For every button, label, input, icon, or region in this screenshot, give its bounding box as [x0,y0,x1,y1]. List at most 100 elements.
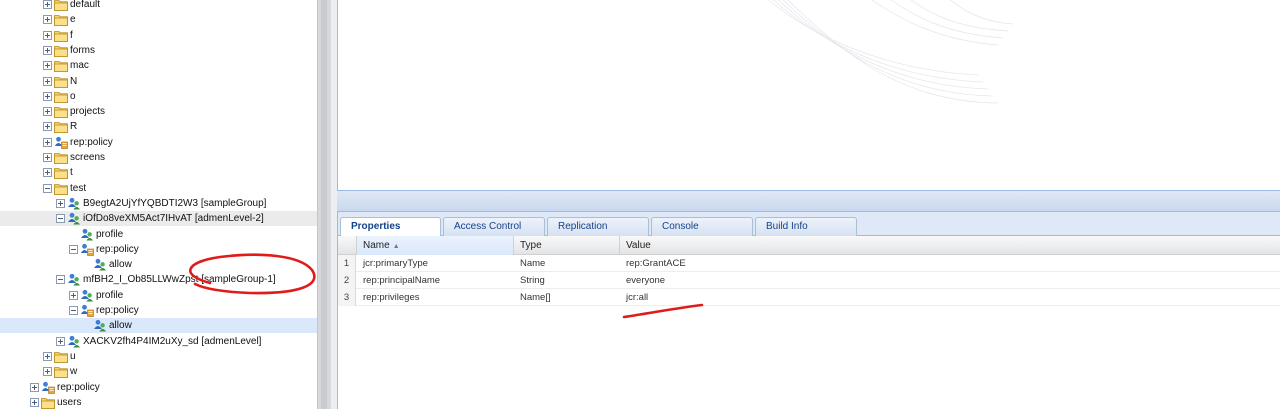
tree-node-f[interactable]: f [0,28,317,43]
expand-toggle-icon[interactable] [43,15,52,25]
horizontal-splitter[interactable] [337,190,1280,212]
group-icon [80,289,94,302]
expand-toggle-icon[interactable] [43,122,52,132]
tree-node-label: rep:policy [70,136,113,148]
expand-toggle-icon[interactable] [43,367,52,377]
property-type-cell[interactable]: Name[] [514,289,620,306]
expand-toggle-icon[interactable] [69,290,78,300]
property-value-cell[interactable]: jcr:all [620,289,1020,306]
expand-toggle-icon[interactable] [43,351,52,361]
tab-properties[interactable]: Properties [340,217,441,237]
tab-build-info[interactable]: Build Info [755,217,857,236]
grid-header-rownum [338,236,357,255]
tree-node-rep-policy-2[interactable]: rep:policy [0,242,317,257]
property-type-cell[interactable]: Name [514,255,620,272]
expand-toggle-icon[interactable] [30,382,39,392]
collapse-toggle-icon[interactable] [69,244,78,254]
tab-console[interactable]: Console [651,217,753,236]
group-icon [80,228,94,241]
property-type-cell[interactable]: String [514,272,620,289]
tree-node-N[interactable]: N [0,74,317,89]
tree-node-b9eg[interactable]: B9egtA2UjYfYQBDTI2W3 [sampleGroup] [0,196,317,211]
expand-toggle-icon[interactable] [43,137,52,147]
tree-node-iofdo[interactable]: iOfDo8veXM5Act7IHvAT [admenLevel-2] [0,211,317,227]
expand-toggle-icon[interactable] [43,61,52,71]
grid-row[interactable]: 2 rep:principalName String everyone [338,272,1280,289]
tree-node-w[interactable]: w [0,364,317,379]
collapse-toggle-icon[interactable] [69,306,78,315]
folder-icon [54,44,68,57]
tree-node-test[interactable]: test [0,181,317,196]
properties-grid: Name ▲ Type Value 1 jcr:primaryType Name rep… [337,236,1280,409]
background-swirl-graphic [768,0,1014,104]
expand-toggle-icon[interactable] [43,107,52,117]
tree-node-label: w [70,366,78,378]
tree-node-forms[interactable]: forms [0,43,317,58]
splitter-handle[interactable] [321,0,327,409]
tree-node-mac[interactable]: mac [0,58,317,73]
tree-node-label: profile [96,228,124,240]
vertical-splitter[interactable] [317,0,331,409]
tree-node-label: B9egtA2UjYfYQBDTI2W3 [sampleGroup] [83,197,267,209]
tree-node-screens[interactable]: screens [0,150,317,165]
column-header-type[interactable]: Type [514,236,620,255]
tree-node-users[interactable]: users [0,395,317,409]
collapse-toggle-icon[interactable] [43,183,52,193]
tab-replication[interactable]: Replication [547,217,649,236]
tree-node-label: allow [109,320,132,332]
collapse-toggle-icon[interactable] [56,275,65,285]
collapse-toggle-icon[interactable] [56,214,65,224]
property-name-cell[interactable]: rep:principalName [357,272,514,289]
tree-node-label: mac [70,60,89,72]
tree-node-projects[interactable]: projects [0,104,317,119]
tree-node-label: users [57,396,82,408]
tree-node-rep-policy-3[interactable]: rep:policy [0,303,317,318]
tree-node-allow-2[interactable]: allow [0,318,317,334]
grid-row[interactable]: 3 rep:privileges Name[] jcr:all [338,289,1280,306]
expand-toggle-icon[interactable] [43,45,52,55]
tree-node-o[interactable]: o [0,89,317,104]
tree-node-profile-2[interactable]: profile [0,288,317,303]
policy-icon [80,304,94,317]
row-number: 3 [338,289,356,306]
tree-node-e[interactable]: e [0,12,317,27]
expand-toggle-icon[interactable] [43,0,52,9]
folder-icon [41,396,55,409]
tab-access-control[interactable]: Access Control [443,217,545,236]
tree-node-default[interactable]: default [0,0,317,12]
expand-toggle-icon[interactable] [56,336,65,346]
expand-toggle-icon[interactable] [43,76,52,86]
tree-node-rep-policy-1[interactable]: rep:policy [0,135,317,150]
tree-node-u[interactable]: u [0,349,317,364]
folder-icon [54,120,68,133]
group-icon [67,335,81,348]
expand-toggle-icon[interactable] [56,198,65,208]
expand-toggle-icon[interactable] [43,30,52,40]
tree-node-label: e [70,14,76,26]
property-name-cell[interactable]: jcr:primaryType [357,255,514,272]
column-header-name[interactable]: Name ▲ [357,236,514,255]
expand-toggle-icon[interactable] [43,91,52,101]
tree-node-profile-1[interactable]: profile [0,227,317,242]
tree-node-mfbh2[interactable]: mfBH2_I_Ob85LLWwZpst [sampleGroup-1] [0,272,317,287]
tree-node-xackv[interactable]: XACKV2fh4P4IM2uXy_sd [admenLevel] [0,334,317,349]
group-icon [93,319,107,332]
expand-toggle-icon[interactable] [43,153,52,162]
tab-bar: Properties Access Control Replication Co… [337,212,1280,237]
property-value-cell[interactable]: everyone [620,272,1020,289]
tree-node-label: N [70,75,78,87]
property-value-cell[interactable]: rep:GrantACE [620,255,1020,272]
property-name-cell[interactable]: rep:privileges [357,289,514,306]
tree-node-rep-policy-4[interactable]: rep:policy [0,380,317,395]
folder-icon [54,350,68,363]
folder-icon [54,151,68,164]
tree-node-label: test [70,182,87,194]
column-header-value[interactable]: Value [620,236,1280,255]
expand-toggle-icon[interactable] [30,397,39,407]
expand-toggle-icon[interactable] [43,168,52,178]
grid-row[interactable]: 1 jcr:primaryType Name rep:GrantACE [338,255,1280,272]
tree-node-R[interactable]: R [0,119,317,134]
tree-node-t[interactable]: t [0,165,317,180]
tree-node-allow-1[interactable]: allow [0,257,317,272]
folder-icon [54,75,68,88]
